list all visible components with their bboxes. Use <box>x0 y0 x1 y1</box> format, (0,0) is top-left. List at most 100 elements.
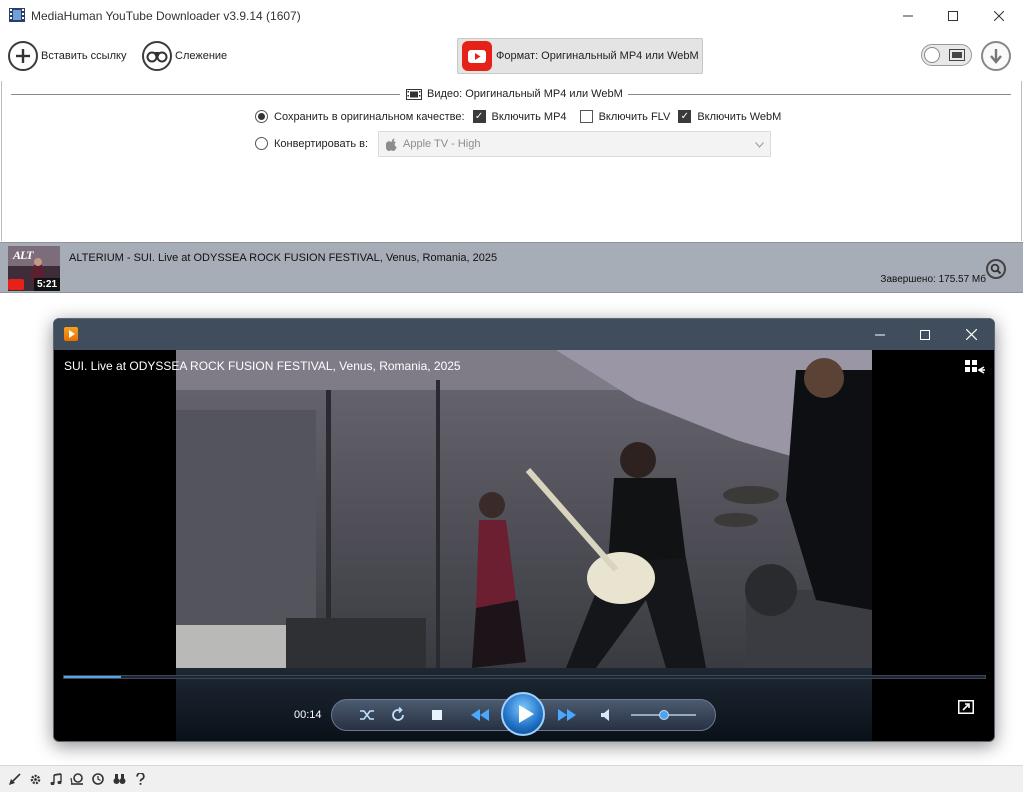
download-status: Завершено: 175.57 Мб <box>880 274 986 285</box>
legend-line-right <box>628 94 1011 95</box>
format-button[interactable]: Формат: Оригинальный MP4 или WebM <box>457 38 703 74</box>
player-minimize-button[interactable] <box>857 319 903 350</box>
mute-button[interactable] <box>599 707 613 723</box>
title-bar: MediaHuman YouTube Downloader v3.9.14 (1… <box>0 0 1023 31</box>
convert-format-value: Apple TV - High <box>403 138 481 150</box>
youtube-icon <box>462 41 492 71</box>
seek-bar[interactable] <box>63 675 986 679</box>
download-list-item[interactable]: ALT 5:21 ALTERIUM - SUI. Live at ODYSSEA… <box>0 242 1023 293</box>
tracking-status-button[interactable] <box>109 769 129 789</box>
chevron-down-icon <box>755 142 764 148</box>
format-label: Формат: Оригинальный MP4 или WebM <box>496 50 699 62</box>
maximize-icon <box>920 329 930 340</box>
speed-limit-button[interactable] <box>67 769 87 789</box>
convert-row: Конвертировать в: <box>255 137 368 150</box>
settings-legend: Видео: Оригинальный MP4 или WebM <box>406 88 623 100</box>
include-flv-label: Включить FLV <box>598 110 671 123</box>
play-button[interactable] <box>501 692 545 736</box>
settings-button[interactable] <box>25 769 45 789</box>
toggle-knob <box>924 47 940 63</box>
fullscreen-icon[interactable] <box>958 700 974 714</box>
thumbnail-logo-text: ALT <box>13 248 33 262</box>
media-player-icon <box>64 327 78 341</box>
include-webm-label: Включить WebM <box>697 110 782 123</box>
stop-icon <box>432 710 442 720</box>
close-button[interactable] <box>976 0 1022 31</box>
convert-label: Конвертировать в: <box>274 137 369 150</box>
tracking-label: Слежение <box>175 50 228 62</box>
minimize-icon <box>875 334 885 335</box>
player-title-bar <box>54 319 994 350</box>
youtube-icon <box>8 279 24 290</box>
maximize-icon <box>948 10 958 21</box>
help-button[interactable] <box>130 769 150 789</box>
close-icon <box>965 329 977 340</box>
binoculars-icon <box>113 773 125 784</box>
media-player-window: SUI. Live at ODYSSEA ROCK FUSION FESTIVA… <box>53 318 995 742</box>
maximize-button[interactable] <box>930 0 976 31</box>
video-duration: 5:21 <box>33 278 60 291</box>
settings-panel: Видео: Оригинальный MP4 или WebM Сохрани… <box>1 81 1022 241</box>
film-strip-icon <box>9 8 25 22</box>
shuffle-button[interactable] <box>358 707 376 723</box>
status-bar <box>0 765 1023 792</box>
shuffle-icon <box>360 710 374 720</box>
minimize-button[interactable] <box>885 0 931 31</box>
cleanup-button[interactable] <box>4 769 24 789</box>
player-maximize-button[interactable] <box>902 319 948 350</box>
save-original-label: Сохранить в оригинальном качестве: <box>274 110 465 123</box>
tracking-button[interactable]: Слежение <box>142 39 227 73</box>
include-flv-checkbox[interactable] <box>579 110 593 123</box>
arrow-down-icon <box>990 49 1002 64</box>
previous-button[interactable] <box>468 707 492 723</box>
clock-icon <box>92 773 104 785</box>
fast-forward-icon <box>558 709 576 721</box>
seek-bar-progress <box>64 676 122 678</box>
toolbar: Вставить ссылку Слежение Формат: Оригина… <box>0 31 1023 81</box>
question-mark-icon <box>135 773 145 785</box>
include-mp4-checkbox[interactable]: ✓ <box>472 110 486 123</box>
repeat-button[interactable] <box>389 707 407 723</box>
close-icon <box>994 10 1004 21</box>
minimize-icon <box>903 15 913 16</box>
convert-format-select[interactable]: Apple TV - High <box>378 131 771 157</box>
save-original-row: Сохранить в оригинальном качестве: ✓ Вкл… <box>255 110 781 123</box>
legend-line-left <box>11 94 400 95</box>
volume-slider-thumb[interactable] <box>658 710 669 720</box>
search-icon[interactable] <box>986 259 1006 279</box>
convert-radio[interactable] <box>255 137 268 150</box>
stop-button[interactable] <box>431 707 443 723</box>
current-time: 00:14 <box>294 709 322 721</box>
snail-icon <box>70 773 83 785</box>
paste-link-label: Вставить ссылку <box>41 50 127 62</box>
apple-icon <box>386 138 397 151</box>
repeat-icon <box>392 707 404 721</box>
window-title: MediaHuman YouTube Downloader v3.9.14 (1… <box>31 9 301 23</box>
music-note-icon <box>50 772 62 785</box>
next-button[interactable] <box>555 707 579 723</box>
paste-link-button[interactable]: Вставить ссылку <box>8 39 126 73</box>
rewind-icon <box>471 709 489 721</box>
video-area[interactable]: SUI. Live at ODYSSEA ROCK FUSION FESTIVA… <box>54 350 994 741</box>
video-thumbnail: ALT 5:21 <box>8 246 60 291</box>
include-webm-checkbox[interactable]: ✓ <box>678 110 692 123</box>
download-title: ALTERIUM - SUI. Live at ODYSSEA ROCK FUS… <box>69 252 498 264</box>
download-button[interactable] <box>981 41 1011 71</box>
switch-to-library-icon[interactable] <box>965 360 985 374</box>
save-original-radio[interactable] <box>255 110 268 123</box>
broom-icon <box>8 772 21 785</box>
settings-legend-text: Видео: Оригинальный MP4 или WebM <box>427 88 623 100</box>
video-frame <box>176 350 872 741</box>
player-close-button[interactable] <box>948 319 994 350</box>
music-button[interactable] <box>46 769 66 789</box>
video-mode-toggle[interactable] <box>921 44 972 66</box>
scheduler-button[interactable] <box>88 769 108 789</box>
plus-icon <box>8 41 38 71</box>
video-title: SUI. Live at ODYSSEA ROCK FUSION FESTIVA… <box>64 359 461 373</box>
include-mp4-label: Включить MP4 <box>491 110 567 123</box>
gear-icon <box>30 774 40 784</box>
video-icon <box>949 49 965 61</box>
speaker-icon <box>601 709 609 721</box>
binoculars-icon <box>142 41 172 71</box>
film-icon <box>406 88 422 100</box>
